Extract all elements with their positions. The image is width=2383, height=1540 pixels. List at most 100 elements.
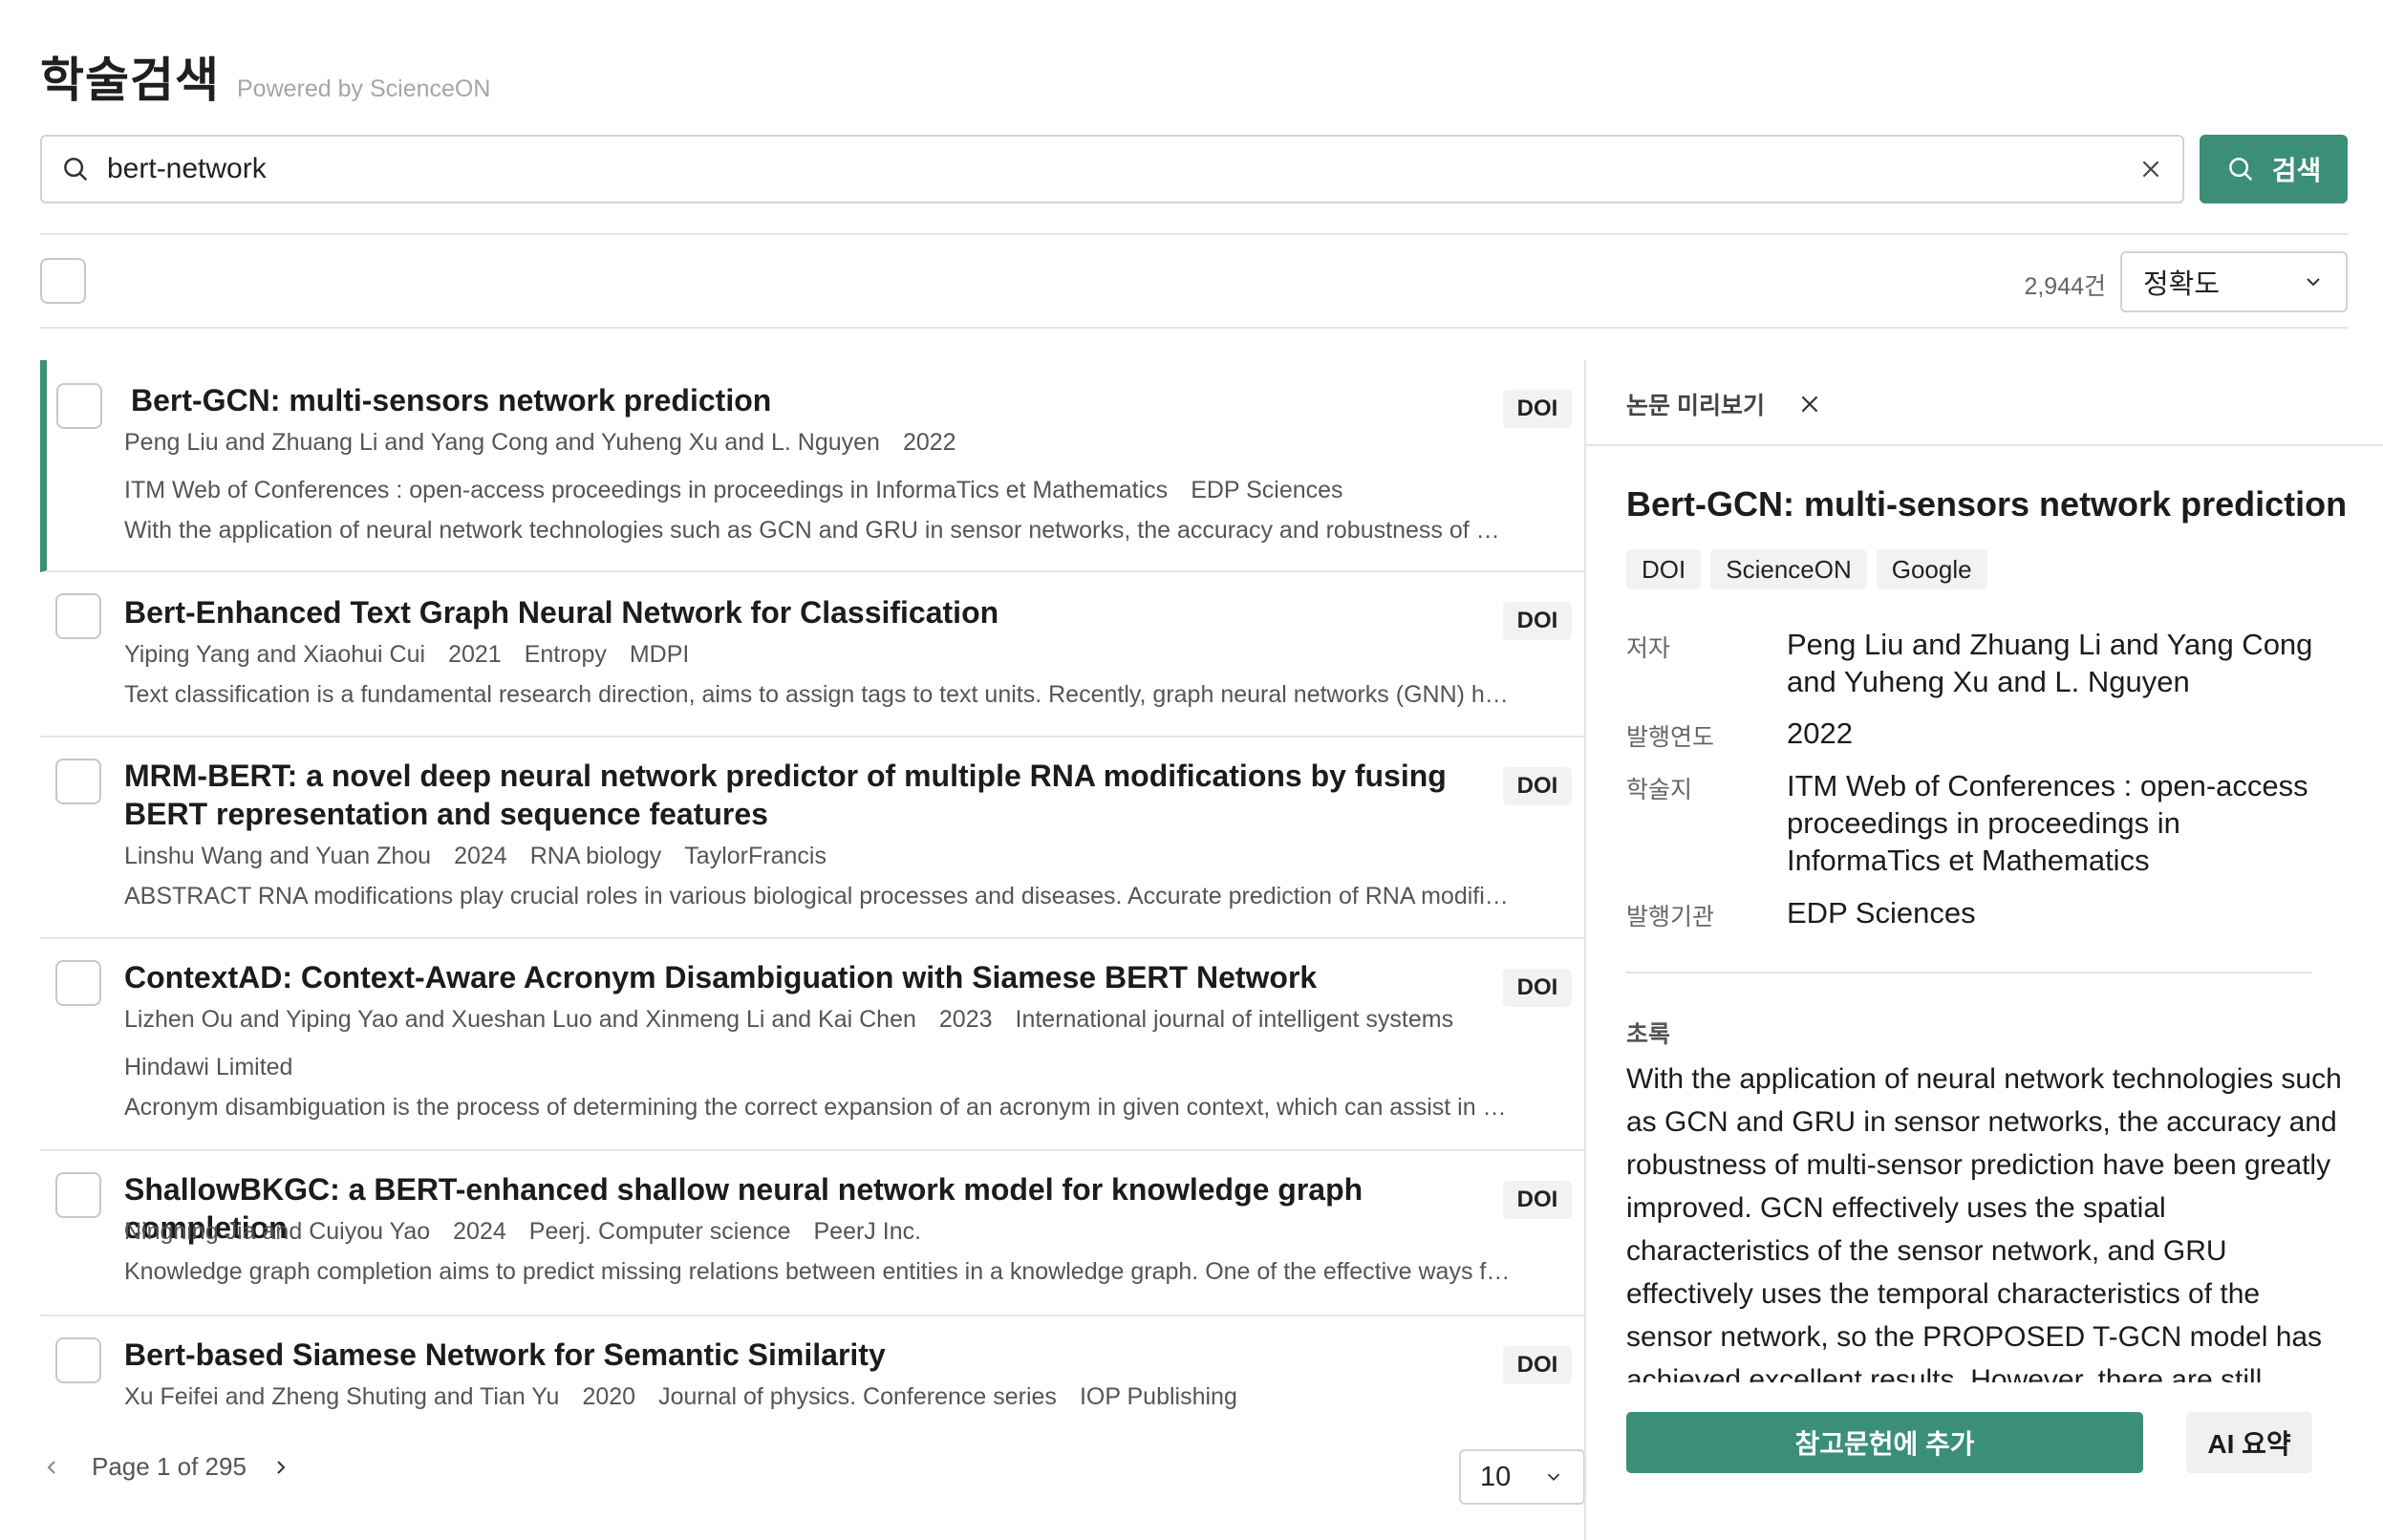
result-title[interactable]: Bert-GCN: multi-sensors network predicti… — [131, 381, 1480, 419]
search-button-label: 검색 — [2271, 156, 2322, 185]
result-authors: Xu Feifei and Zheng Shuting and Tian Yu — [124, 1383, 560, 1410]
result-row[interactable]: ContextAD: Context-Aware Acronym Disambi… — [40, 939, 1585, 1151]
result-checkbox[interactable] — [55, 1337, 101, 1383]
result-journal: ITM Web of Conferences : open-access pro… — [124, 477, 1169, 503]
google-link[interactable]: Google — [1876, 549, 1987, 589]
result-row[interactable]: Bert-Enhanced Text Graph Neural Network … — [40, 572, 1585, 738]
page-header: 학술검색 Powered by ScienceON — [40, 42, 490, 111]
result-row[interactable]: Bert-based Siamese Network for Semantic … — [40, 1316, 1585, 1421]
publisher-value: EDP Sciences — [1787, 896, 1976, 930]
clear-icon[interactable] — [2138, 157, 2163, 182]
powered-by-label: Powered by ScienceON — [237, 75, 491, 102]
result-publisher: PeerJ Inc. — [813, 1218, 922, 1245]
result-authors: Linshu Wang and Yuan Zhou — [124, 843, 432, 869]
result-publisher: MDPI — [629, 641, 690, 668]
close-icon[interactable] — [1797, 392, 1822, 417]
doi-badge[interactable]: DOI — [1503, 390, 1572, 428]
ai-summary-button[interactable]: AI 요약 — [2186, 1412, 2312, 1473]
result-year: 2020 — [582, 1383, 636, 1410]
select-all-checkbox[interactable] — [40, 258, 86, 304]
result-year: 2024 — [454, 843, 507, 869]
result-authors: Peng Liu and Zhuang Li and Yang Cong and… — [124, 429, 880, 456]
pagination: Page 1 of 295 — [40, 1452, 292, 1482]
preview-links: DOI ScienceON Google — [1626, 549, 1997, 589]
add-reference-button[interactable]: 참고문헌에 추가 — [1626, 1412, 2143, 1473]
chevron-right-icon[interactable] — [269, 1456, 292, 1479]
divider — [1586, 444, 2383, 446]
page-size-select[interactable]: 10 — [1459, 1449, 1585, 1505]
result-meta: ITM Web of Conferences : open-access pro… — [124, 477, 1471, 504]
result-checkbox[interactable] — [55, 593, 101, 639]
result-meta: Xu Feifei and Zheng Shuting and Tian Yu 2… — [124, 1383, 1471, 1411]
result-row[interactable]: MRM-BERT: a novel deep neural network pr… — [40, 738, 1585, 939]
doi-badge[interactable]: DOI — [1503, 1346, 1572, 1384]
doi-badge[interactable]: DOI — [1503, 602, 1572, 640]
doi-badge[interactable]: DOI — [1503, 1181, 1572, 1219]
preview-header: 논문 미리보기 — [1626, 387, 1822, 421]
doi-badge[interactable]: DOI — [1503, 969, 1572, 1007]
doi-badge[interactable]: DOI — [1503, 767, 1572, 805]
abstract-label: 초록 — [1626, 1021, 1671, 1048]
divider — [40, 327, 2348, 329]
result-title[interactable]: MRM-BERT: a novel deep neural network pr… — [124, 757, 1480, 833]
publisher-label: 발행기관 — [1626, 904, 1715, 930]
result-publisher: EDP Sciences — [1191, 477, 1343, 503]
author-label: 저자 — [1626, 635, 1671, 662]
result-meta: Linshu Wang and Yuan Zhou 2024 RNA biology… — [124, 843, 1471, 870]
search-icon — [64, 158, 88, 182]
result-title[interactable]: ContextAD: Context-Aware Acronym Disambi… — [124, 958, 1480, 996]
result-abstract: Knowledge graph completion aims to predi… — [124, 1258, 1514, 1285]
search-bar — [40, 135, 2184, 203]
result-year: 2022 — [902, 429, 956, 456]
result-meta: Ningning Jia and Cuiyou Yao 2024 Peerj. Co… — [124, 1218, 1471, 1246]
result-meta: Peng Liu and Zhuang Li and Yang Cong and… — [124, 429, 1471, 457]
result-row[interactable]: Bert-GCN: multi-sensors network predicti… — [40, 360, 1585, 572]
result-meta: Yiping Yang and Xiaohui Cui 2021 Entropy MD… — [124, 641, 1471, 669]
journal-label: 학술지 — [1626, 777, 1693, 803]
result-authors: Ningning Jia and Cuiyou Yao — [124, 1218, 431, 1245]
search-input[interactable] — [107, 140, 2138, 198]
chevron-down-icon — [2307, 278, 2320, 287]
year-label: 발행연도 — [1626, 724, 1715, 751]
result-checkbox[interactable] — [55, 1172, 101, 1218]
chevron-down-icon — [1547, 1473, 1560, 1482]
divider — [40, 233, 2348, 235]
result-meta: Hindawi Limited — [124, 1054, 1471, 1081]
sort-value: 정확도 — [2143, 269, 2221, 300]
result-authors: Yiping Yang and Xiaohui Cui — [124, 641, 426, 668]
result-publisher: IOP Publishing — [1079, 1383, 1237, 1410]
sort-select[interactable]: 정확도 — [2120, 251, 2348, 312]
scienceon-link[interactable]: ScienceON — [1710, 549, 1867, 589]
preview-abstract[interactable]: With the application of neural network t… — [1626, 1058, 2352, 1382]
result-checkbox[interactable] — [56, 383, 102, 429]
result-title[interactable]: Bert-based Siamese Network for Semantic … — [124, 1336, 1480, 1374]
result-abstract: Acronym disambiguation is the process of… — [124, 1094, 1514, 1121]
chevron-left-icon[interactable] — [40, 1456, 63, 1479]
journal-value: ITM Web of Conferences : open-access pro… — [1787, 769, 2308, 877]
result-abstract: Text classification is a fundamental res… — [124, 681, 1514, 708]
divider — [1626, 972, 2312, 973]
result-abstract: With the application of neural network t… — [124, 517, 1514, 544]
result-year: 2023 — [938, 1006, 993, 1033]
result-publisher: TaylorFrancis — [684, 843, 827, 869]
preview-title: Bert-GCN: multi-sensors network predicti… — [1626, 484, 2348, 524]
result-count: 2,944건 — [2024, 273, 2106, 300]
result-abstract: ABSTRACT RNA modifications play crucial … — [124, 883, 1514, 909]
search-icon — [2228, 158, 2252, 182]
result-journal: Entropy — [524, 641, 607, 668]
result-title[interactable]: Bert-Enhanced Text Graph Neural Network … — [124, 593, 1480, 631]
result-year: 2021 — [448, 641, 502, 668]
result-checkbox[interactable] — [55, 759, 101, 804]
page-size-value: 10 — [1480, 1461, 1512, 1492]
page-label: Page 1 of 295 — [92, 1452, 247, 1481]
result-year: 2024 — [453, 1218, 506, 1245]
result-journal: Peerj. Computer science — [528, 1218, 791, 1245]
page-title: 학술검색 — [40, 53, 220, 107]
doi-link[interactable]: DOI — [1626, 549, 1702, 589]
result-journal: International journal of intelligent sys… — [1015, 1006, 1454, 1033]
result-journal: RNA biology — [529, 843, 662, 869]
search-button[interactable]: 검색 — [2200, 135, 2348, 203]
result-row[interactable]: ShallowBKGC: a BERT-enhanced shallow neu… — [40, 1151, 1585, 1316]
result-checkbox[interactable] — [55, 960, 101, 1006]
results-list: Bert-GCN: multi-sensors network predicti… — [40, 360, 1585, 1421]
